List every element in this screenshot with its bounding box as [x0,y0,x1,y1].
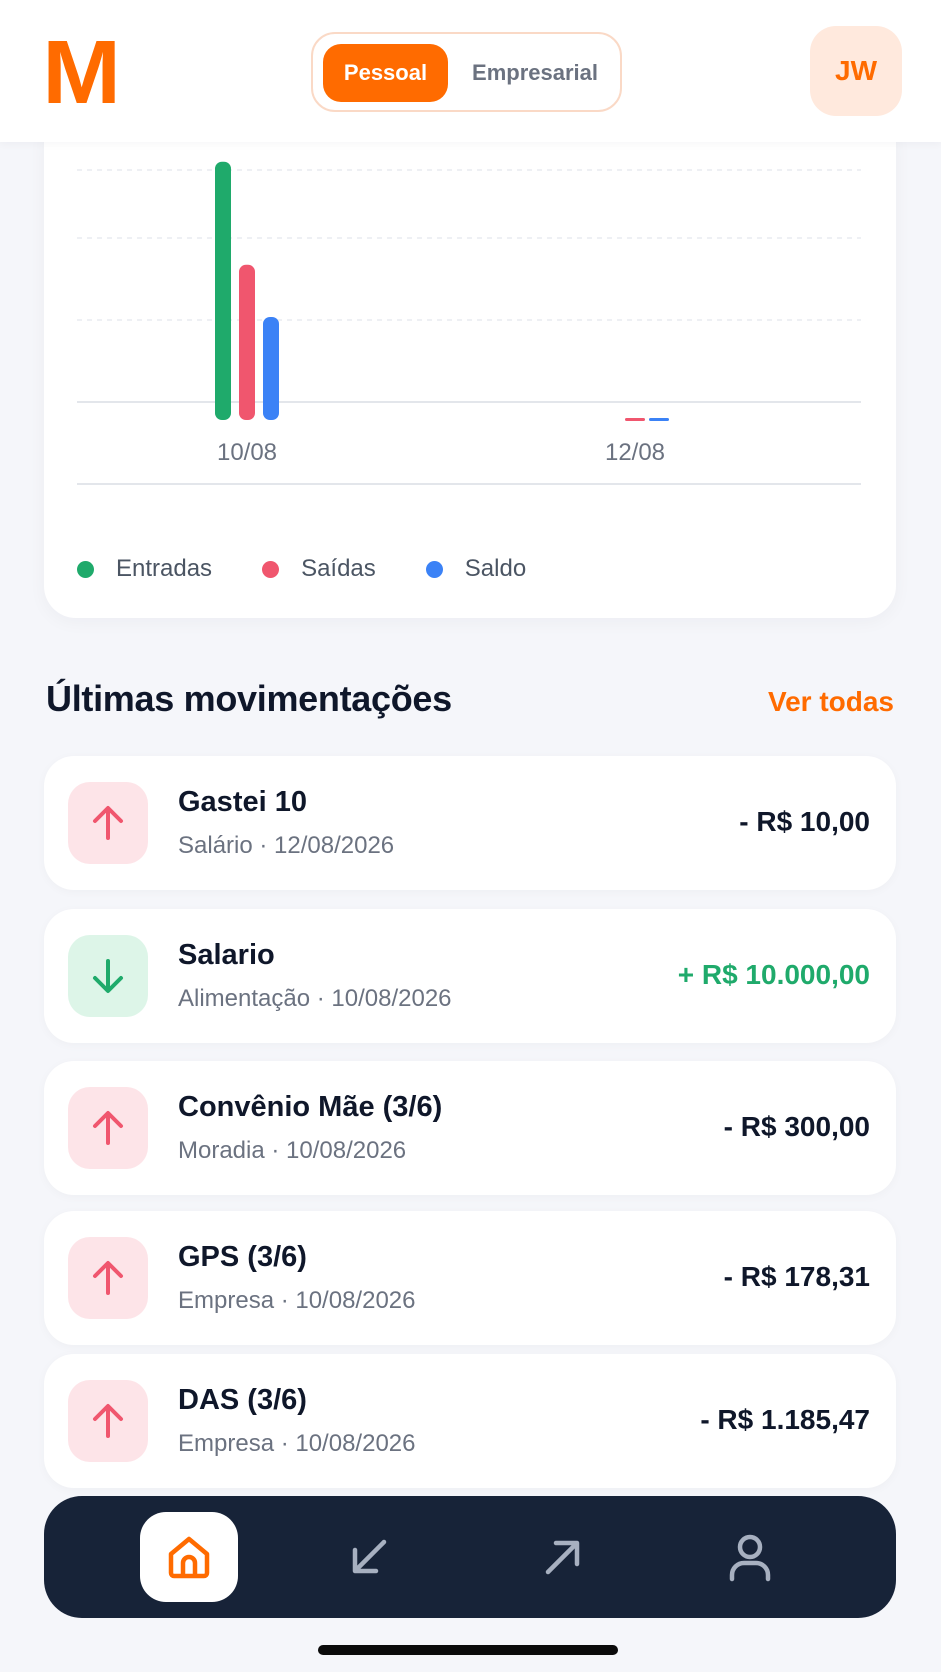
transaction-amount: - R$ 300,00 [723,1111,870,1142]
bar-saldo [263,316,279,420]
segment-pessoal[interactable]: Pessoal [323,44,448,102]
x-tick-label: 12/08 [605,439,665,466]
legend-dot-saidas [262,560,280,578]
see-all-link[interactable]: Ver todas [768,686,894,718]
nav-home[interactable] [140,1512,238,1602]
legend-dot-saldo [425,560,443,578]
home-icon [168,1536,210,1579]
transaction-subtitle: Empresa · 10/08/2026 [178,1287,416,1314]
legend-item-saldo: Saldo [425,555,527,583]
bar-saldo [649,418,669,421]
avatar[interactable]: JW [810,26,902,116]
transaction-subtitle: Alimentação · 10/08/2026 [178,985,452,1012]
nav-entradas[interactable] [320,1512,418,1602]
transaction-amount: - R$ 1.185,47 [700,1404,870,1435]
nav-profile[interactable] [701,1512,799,1602]
x-tick-label: 10/08 [217,439,277,466]
bottom-nav [44,1496,896,1618]
legend-dot-entradas [77,560,94,578]
transaction-subtitle: Moradia · 10/08/2026 [178,1137,407,1164]
transaction-subtitle: Salário · 12/08/2026 [178,832,395,859]
transaction-item[interactable]: Convênio Mãe (3/6) Moradia · 10/08/2026 … [44,1061,896,1195]
section-title: Últimas movimentações [46,678,452,719]
arrow-up-icon [68,782,148,864]
transaction-title: Convênio Mãe (3/6) [178,1091,443,1123]
app-header: M Pessoal Empresarial JW [0,0,941,142]
chart-legend: Entradas Saídas Saldo [77,554,576,584]
arrow-up-icon [68,1237,148,1319]
nav-saidas[interactable] [514,1512,612,1602]
transaction-item[interactable]: Salario Alimentação · 10/08/2026 + R$ 10… [44,909,896,1043]
arrow-down-icon [68,935,148,1017]
transaction-amount: - R$ 10,00 [739,806,870,837]
arrow-up-right-icon [545,1540,580,1575]
transaction-title: DAS (3/6) [178,1384,307,1416]
transaction-title: Salario [178,939,275,971]
arrow-down-left-icon [352,1539,387,1574]
legend-label-saidas: Saídas [301,555,376,582]
transaction-item[interactable]: GPS (3/6) Empresa · 10/08/2026 - R$ 178,… [44,1211,896,1345]
arrow-up-icon [68,1087,148,1169]
transaction-item[interactable]: DAS (3/6) Empresa · 10/08/2026 - R$ 1.18… [44,1354,896,1488]
bar-saidas [239,264,255,420]
app-logo[interactable]: M [42,28,121,118]
bar-entradas [215,161,231,421]
transaction-amount: + R$ 10.000,00 [677,959,870,990]
bar-chart: 10/08 12/08 [77,161,861,485]
transaction-subtitle: Empresa · 10/08/2026 [178,1430,416,1457]
transaction-item[interactable]: Gastei 10 Salário · 12/08/2026 - R$ 10,0… [44,756,896,890]
account-type-toggle: Pessoal Empresarial [311,32,622,112]
legend-label-saldo: Saldo [464,555,527,582]
arrow-up-icon [68,1380,148,1462]
transaction-title: GPS (3/6) [178,1241,307,1273]
legend-item-saidas: Saídas [262,555,376,583]
legend-label-entradas: Entradas [116,555,213,582]
user-icon [729,1534,771,1582]
home-indicator [318,1645,618,1655]
segment-empresarial[interactable]: Empresarial [455,44,615,102]
transaction-title: Gastei 10 [178,786,307,818]
legend-item-entradas: Entradas [77,555,212,583]
chart-card: 10/08 12/08 Entradas Saídas Saldo [44,110,896,618]
transaction-amount: - R$ 178,31 [723,1261,870,1292]
bar-saidas [625,418,645,421]
